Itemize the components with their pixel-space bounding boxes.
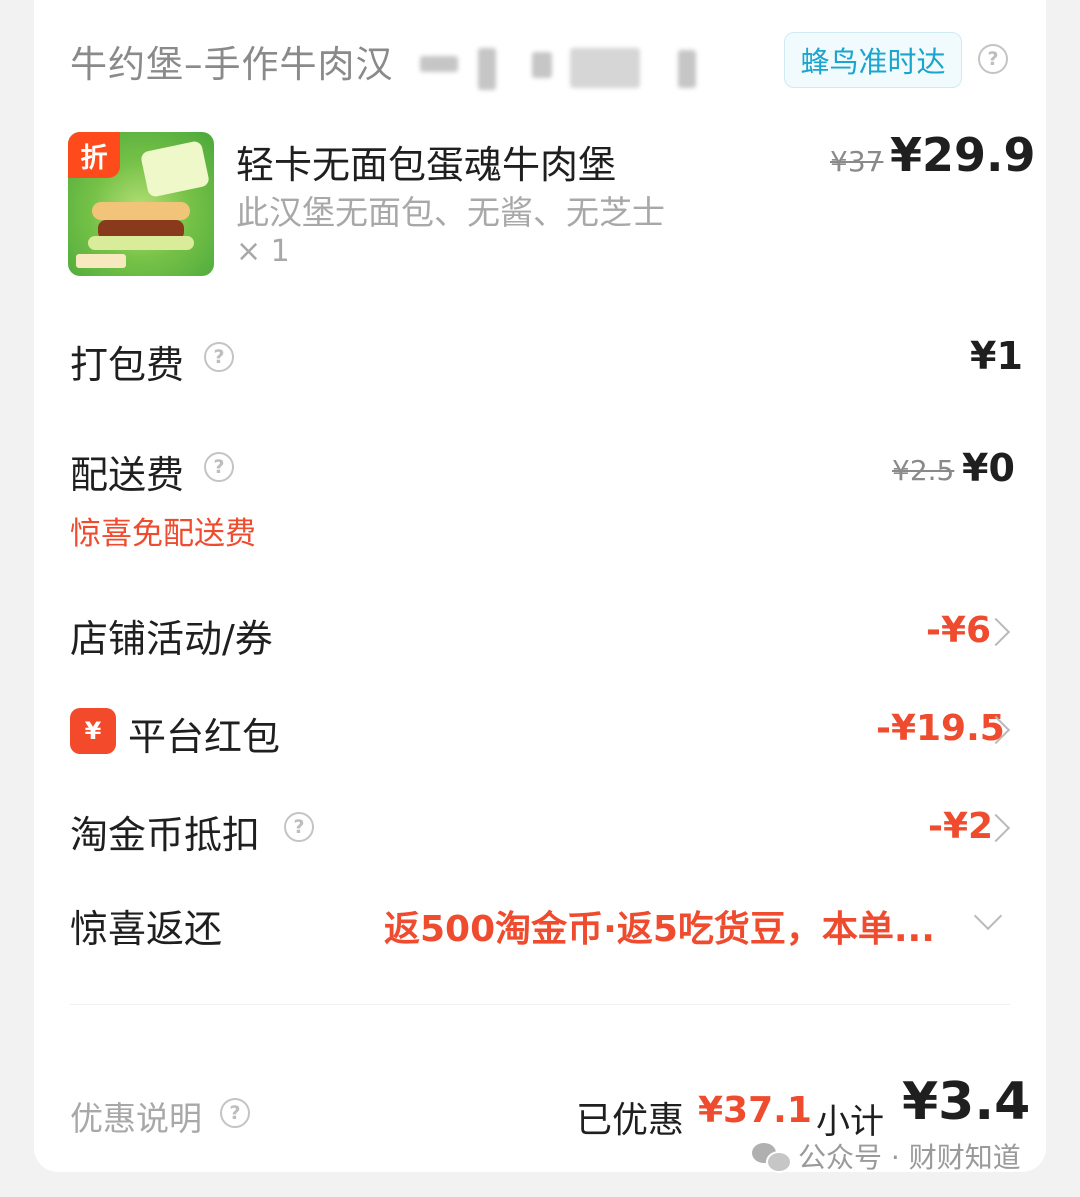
- watermark: 公众号 · 财财知道: [752, 1136, 1021, 1176]
- redacted-text: [420, 48, 710, 90]
- red-packet-icon: ¥: [70, 708, 116, 754]
- help-circle-icon[interactable]: ?: [204, 342, 234, 372]
- delivery-fee-original: ¥2.5: [892, 454, 955, 487]
- product-original-price: ¥37: [830, 145, 884, 178]
- store-promo-value[interactable]: -¥6: [926, 610, 991, 651]
- help-circle-icon[interactable]: ?: [978, 44, 1008, 74]
- red-packet-label[interactable]: 平台红包: [128, 706, 280, 761]
- subtotal-value: ¥3.4: [902, 1072, 1031, 1132]
- packing-fee-value: ¥1: [970, 334, 1023, 378]
- saved-value: ¥37.1: [698, 1090, 812, 1131]
- watermark-text: 公众号 · 财财知道: [798, 1141, 1021, 1174]
- delivery-fee-note: 惊喜免配送费: [70, 516, 256, 552]
- shop-name[interactable]: 牛约堡–手作牛肉汉: [70, 34, 394, 88]
- divider: [70, 1004, 1010, 1005]
- help-circle-icon[interactable]: ?: [284, 812, 314, 842]
- delivery-fee-value: ¥0: [962, 446, 1015, 490]
- wechat-icon: [752, 1141, 792, 1173]
- surprise-return-label: 惊喜返还: [70, 907, 223, 951]
- delivery-fee-label: 配送费: [70, 453, 185, 497]
- help-circle-icon[interactable]: ?: [220, 1098, 250, 1128]
- product-image[interactable]: 折: [68, 132, 214, 276]
- discount-tag: 折: [68, 132, 120, 178]
- product-quantity: × 1: [236, 234, 290, 269]
- product-title[interactable]: 轻卡无面包蛋魂牛肉堡: [236, 134, 616, 189]
- product-description: 此汉堡无面包、无酱、无芝士: [236, 193, 665, 232]
- saved-label: 已优惠: [576, 1100, 685, 1141]
- surprise-return-value[interactable]: 返500淘金币·返5吃货豆，本单...: [384, 900, 935, 952]
- discount-explanation[interactable]: 优惠说明: [70, 1092, 202, 1140]
- coins-label[interactable]: 淘金币抵扣: [70, 804, 260, 859]
- new-product-sticker: [139, 140, 211, 198]
- delivery-badge[interactable]: 蜂鸟准时达: [784, 32, 962, 88]
- packing-fee-label: 打包费: [70, 343, 185, 387]
- product-price: ¥29.9: [890, 128, 1036, 182]
- help-circle-icon[interactable]: ?: [204, 452, 234, 482]
- store-promo-label[interactable]: 店铺活动/券: [70, 608, 273, 663]
